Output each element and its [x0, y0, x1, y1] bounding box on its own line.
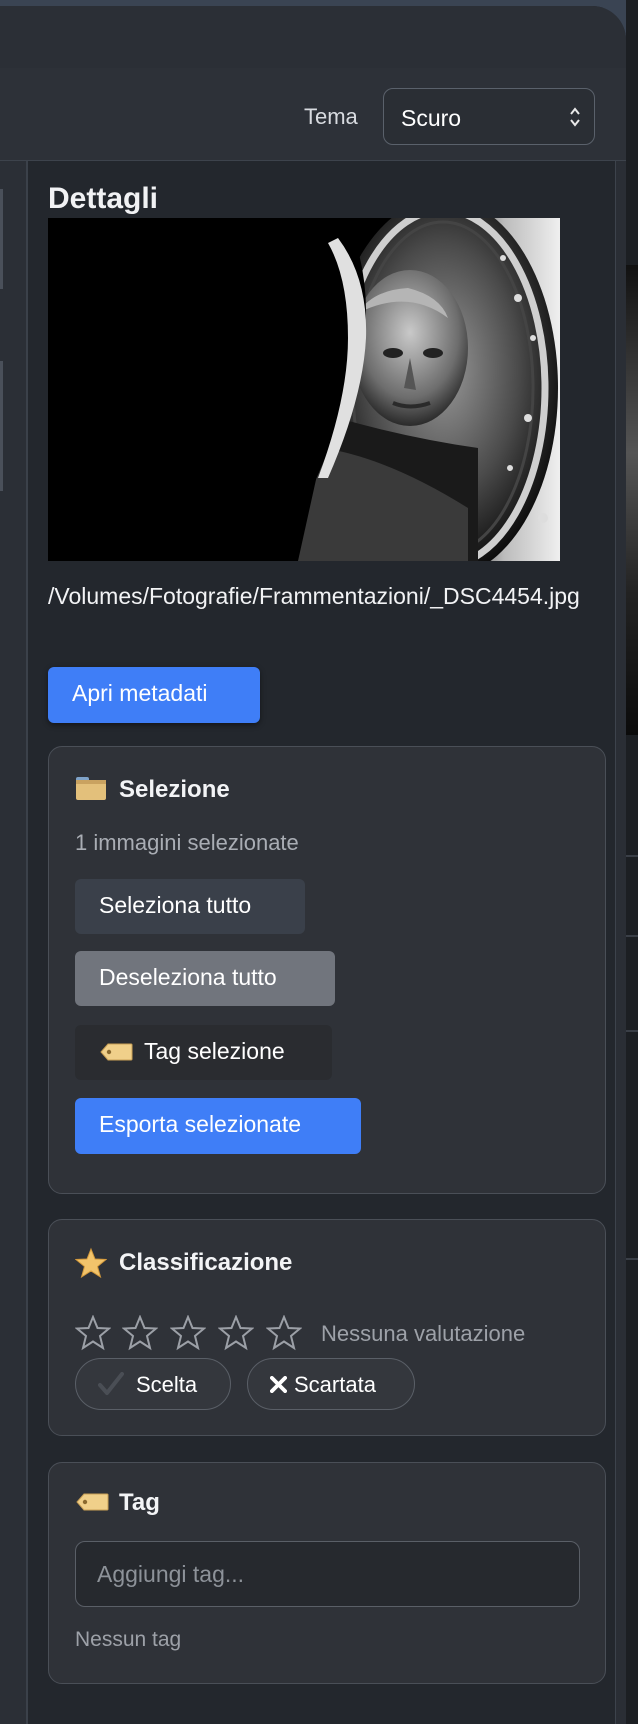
no-tags-text: Nessun tag: [75, 1628, 182, 1651]
check-icon: [98, 1372, 124, 1395]
updown-chevron-icon: [570, 107, 580, 127]
pick-label: Scelta: [136, 1372, 198, 1397]
tag-icon: [76, 1493, 109, 1511]
tag-selection-label: Tag selezione: [144, 1038, 285, 1064]
preview-photo: [48, 218, 560, 561]
rating-star-4[interactable]: [218, 1315, 254, 1351]
details-panel-scrollbar[interactable]: [615, 161, 626, 1724]
select-all-label: Seleziona tutto: [99, 892, 252, 918]
no-rating-text: Nessuna valutazione: [321, 1321, 526, 1346]
details-title: Dettagli: [48, 182, 159, 215]
selection-title: Selezione: [119, 776, 230, 803]
export-selected-button[interactable]: Esporta selezionate: [75, 1098, 361, 1154]
image-preview[interactable]: [48, 218, 560, 561]
background-photo: [626, 265, 638, 735]
selection-card: Selezione 1 immagini selezionate Selezio…: [48, 746, 606, 1194]
folder-icon: [76, 777, 106, 800]
theme-label: Tema: [304, 104, 358, 129]
left-panel-edge: [0, 161, 28, 1724]
file-path: /Volumes/Fotografie/Frammentazioni/_DSC4…: [48, 583, 580, 609]
theme-select-value: Scuro: [401, 105, 462, 131]
star-icon: [75, 1247, 107, 1279]
cross-icon: [270, 1376, 287, 1393]
deselect-all-button[interactable]: Deseleziona tutto: [75, 951, 335, 1006]
deselect-all-label: Deseleziona tutto: [99, 964, 277, 990]
background-window: [626, 0, 638, 1724]
rating-card: Classificazione Nessuna valutazione Scel…: [48, 1219, 606, 1436]
rating-star-2[interactable]: [122, 1315, 158, 1351]
open-metadata-button[interactable]: Apri metadati: [48, 667, 260, 723]
toolbar: Tema Scuro: [0, 68, 626, 161]
open-metadata-label: Apri metadati: [72, 680, 208, 706]
rating-title: Classificazione: [119, 1249, 293, 1276]
tag-input[interactable]: [76, 1542, 579, 1606]
reject-label: Scartata: [294, 1372, 376, 1397]
rating-star-3[interactable]: [170, 1315, 206, 1351]
selection-count: 1 immagini selezionate: [75, 830, 299, 855]
tag-icon: [100, 1043, 133, 1061]
rating-star-5[interactable]: [266, 1315, 302, 1351]
app-window: Tema Scuro Dettagli /Volumes/Fotografie/…: [0, 6, 626, 1724]
tag-input-wrapper: [75, 1541, 580, 1607]
rating-star-1[interactable]: [75, 1315, 111, 1351]
export-selected-label: Esporta selezionate: [99, 1111, 302, 1137]
tags-card: Tag Nessun tag: [48, 1462, 606, 1684]
tags-title: Tag: [119, 1489, 160, 1516]
theme-select[interactable]: Scuro: [383, 88, 595, 145]
reject-button[interactable]: Scartata: [247, 1358, 415, 1410]
tag-selection-button[interactable]: Tag selezione: [75, 1025, 332, 1080]
pick-button[interactable]: Scelta: [75, 1358, 231, 1410]
title-bar[interactable]: [0, 6, 626, 69]
select-all-button[interactable]: Seleziona tutto: [75, 879, 305, 934]
